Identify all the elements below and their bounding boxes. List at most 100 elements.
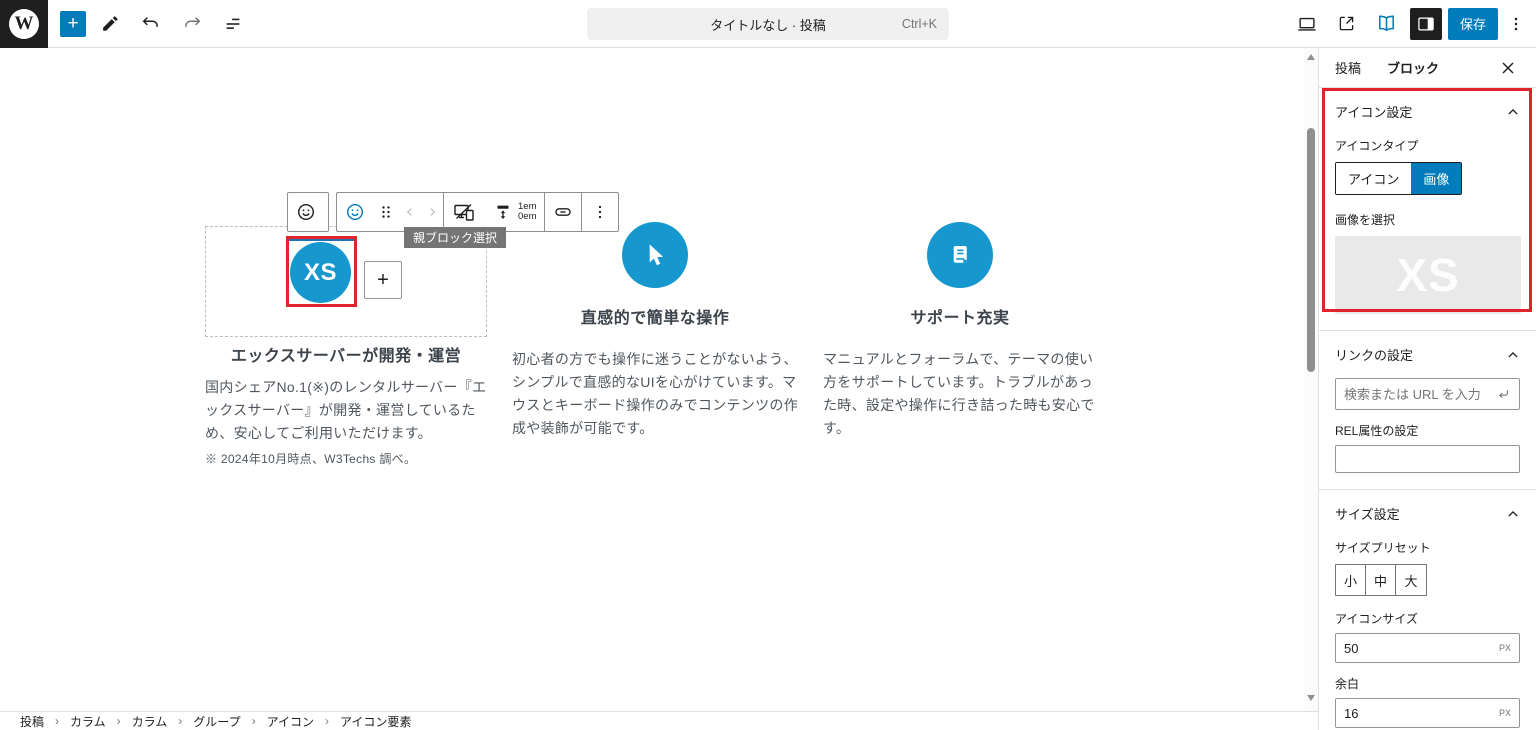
preview-button[interactable] <box>1290 7 1324 41</box>
cursor-icon-badge[interactable] <box>622 222 688 288</box>
icon-size-unit: PX <box>1499 643 1511 653</box>
breadcrumb-item[interactable]: グループ <box>193 713 240 730</box>
preset-large-button[interactable]: 大 <box>1396 565 1426 595</box>
rel-attribute-label: REL属性の設定 <box>1335 422 1520 439</box>
column1-note[interactable]: ※ 2024年10月時点、W3Techs 調べ。 <box>205 450 491 467</box>
undo-button[interactable] <box>134 7 168 41</box>
manual-book-icon <box>945 240 975 270</box>
column2-heading[interactable]: 直感的で簡単な操作 <box>512 304 798 328</box>
block-spacing-button[interactable]: 1em 0em <box>484 193 544 231</box>
spacing-icon <box>492 200 514 224</box>
margin-label: 余白 <box>1335 675 1520 692</box>
preset-medium-button[interactable]: 中 <box>1366 565 1396 595</box>
column1-heading[interactable]: エックスサーバーが開発・運営 <box>205 342 487 366</box>
breadcrumb-item[interactable]: アイコン要素 <box>340 713 411 730</box>
mouse-pointer-icon <box>639 239 671 271</box>
margin-field[interactable]: PX <box>1335 698 1520 728</box>
scroll-down-arrow-icon[interactable] <box>1307 695 1315 701</box>
list-view-button[interactable] <box>216 7 250 41</box>
close-sidebar-button[interactable] <box>1496 56 1520 80</box>
icon-size-field[interactable]: PX <box>1335 633 1520 663</box>
margin-input[interactable] <box>1344 706 1444 721</box>
icon-size-label: アイコンサイズ <box>1335 610 1520 627</box>
breadcrumb-item[interactable]: アイコン <box>267 713 314 730</box>
block-inserter-button[interactable]: + <box>60 11 86 37</box>
move-left-button[interactable] <box>399 193 421 231</box>
breadcrumb-item[interactable]: 投稿 <box>20 713 44 730</box>
rel-attribute-input[interactable] <box>1335 445 1520 473</box>
breadcrumb-separator-icon: › <box>117 714 121 728</box>
icon-block-type-button[interactable] <box>337 193 373 231</box>
book-icon-badge[interactable] <box>927 222 993 288</box>
icon-size-input[interactable] <box>1344 641 1444 656</box>
column1-body[interactable]: 国内シェアNo.1(※)のレンタルサーバー『エックスサーバー』が開発・運営してい… <box>205 376 491 445</box>
chevron-left-icon <box>401 202 419 222</box>
chevron-up-icon <box>1506 350 1520 360</box>
breadcrumb-separator-icon: › <box>325 714 329 728</box>
pencil-icon <box>99 13 121 35</box>
url-search-field[interactable] <box>1335 378 1520 410</box>
add-block-button[interactable]: + <box>364 261 402 299</box>
ellipsis-vertical-icon <box>590 202 610 222</box>
preset-small-button[interactable]: 小 <box>1336 565 1366 595</box>
editor-canvas[interactable]: 1em 0em 親ブロック選択 XS + <box>0 48 1304 711</box>
document-title-bar[interactable]: タイトルなし · 投稿 Ctrl+K <box>587 8 949 40</box>
link-button[interactable] <box>545 193 581 231</box>
save-button[interactable]: 保存 <box>1448 8 1498 40</box>
xs-icon-text: XS <box>304 259 337 287</box>
redo-button[interactable] <box>175 7 209 41</box>
wordpress-logo-button[interactable]: W <box>0 0 48 48</box>
breadcrumb-item[interactable]: カラム <box>132 713 168 730</box>
icon-type-label: アイコンタイプ <box>1335 137 1520 154</box>
drag-handle[interactable] <box>373 193 399 231</box>
scrollbar-thumb[interactable] <box>1307 128 1315 372</box>
top-bar-left-tools: + <box>48 7 250 41</box>
tools-button[interactable] <box>93 7 127 41</box>
parent-icon-block-button[interactable] <box>288 193 324 231</box>
breadcrumb-separator-icon: › <box>178 714 182 728</box>
chevron-up-icon <box>1506 509 1520 519</box>
panel-title: アイコン設定 <box>1335 102 1412 121</box>
responsive-visibility-button[interactable] <box>444 193 484 231</box>
column3-heading[interactable]: サポート充実 <box>820 304 1100 328</box>
size-preset-group: 小 中 大 <box>1335 564 1427 596</box>
breadcrumb-separator-icon: › <box>252 714 256 728</box>
scroll-up-arrow-icon[interactable] <box>1307 54 1315 60</box>
url-search-input[interactable] <box>1344 387 1495 402</box>
tab-block[interactable]: ブロック <box>1387 58 1439 77</box>
move-right-button[interactable] <box>421 193 443 231</box>
image-preview-button[interactable]: XS <box>1335 236 1521 314</box>
block-toolbar-parent <box>287 192 329 232</box>
list-view-icon <box>222 13 244 35</box>
editor-top-bar: W + <box>0 0 1536 48</box>
ellipsis-vertical-icon <box>1506 14 1526 34</box>
smiley-icon <box>294 200 318 224</box>
icon-type-option-image[interactable]: 画像 <box>1411 163 1461 194</box>
panel-icon-settings-header[interactable]: アイコン設定 <box>1335 102 1520 121</box>
breadcrumb-item[interactable]: カラム <box>70 713 106 730</box>
panel-title: サイズ設定 <box>1335 504 1400 523</box>
view-post-button[interactable] <box>1330 7 1364 41</box>
external-link-icon <box>1336 13 1357 34</box>
style-book-button[interactable] <box>1370 7 1404 41</box>
enter-key-icon <box>1495 386 1511 402</box>
select-image-label: 画像を選択 <box>1335 211 1520 228</box>
tab-post[interactable]: 投稿 <box>1335 58 1361 77</box>
icon-type-option-icon[interactable]: アイコン <box>1336 163 1411 194</box>
panel-title: リンクの設定 <box>1335 345 1413 364</box>
column3-body[interactable]: マニュアルとフォーラムで、テーマの使い方をサポートしています。トラブルがあった時… <box>823 348 1107 440</box>
redo-icon <box>181 13 203 35</box>
settings-sidebar-toggle[interactable] <box>1410 8 1442 40</box>
panel-link-settings: リンクの設定 REL属性の設定 <box>1319 331 1536 490</box>
undo-icon <box>140 13 162 35</box>
panel-size-settings-header[interactable]: サイズ設定 <box>1335 504 1520 523</box>
wordpress-logo-icon: W <box>9 9 39 39</box>
sidebar-tabs: 投稿 ブロック <box>1319 48 1536 88</box>
canvas-scrollbar[interactable] <box>1304 48 1318 711</box>
xs-icon-badge[interactable]: XS <box>290 242 351 303</box>
column2-body[interactable]: 初心者の方でも操作に迷うことがないよう、シンプルで直感的なUIを心がけています。… <box>512 348 800 440</box>
breadcrumb-separator-icon: › <box>55 714 59 728</box>
block-options-button[interactable] <box>582 193 618 231</box>
options-menu-button[interactable] <box>1504 8 1528 40</box>
panel-link-settings-header[interactable]: リンクの設定 <box>1335 345 1520 364</box>
